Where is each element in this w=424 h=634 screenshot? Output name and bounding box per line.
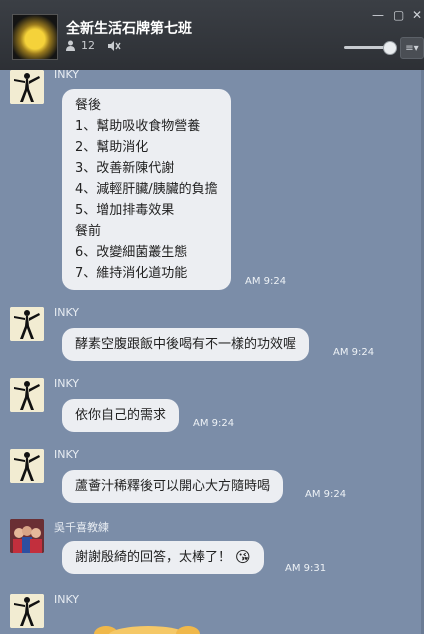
- sender-name: INKY: [54, 593, 80, 606]
- volume-slider-knob[interactable]: [383, 41, 397, 55]
- message-text: 蘆薈汁稀釋後可以開心大方隨時喝: [75, 479, 271, 494]
- avatar[interactable]: [10, 449, 44, 483]
- message-text: 依你自己的需求: [75, 408, 167, 423]
- message-time: AM 9:24: [305, 489, 347, 500]
- close-icon[interactable]: ✕: [412, 8, 422, 22]
- minimize-icon[interactable]: —: [372, 8, 384, 22]
- bear-sticker-icon[interactable]: [88, 622, 208, 634]
- maximize-icon[interactable]: ▢: [393, 8, 404, 22]
- dancer-silhouette-icon: [10, 594, 44, 628]
- message-time: AM 9:31: [285, 563, 327, 574]
- avatar[interactable]: [10, 378, 44, 412]
- message-line: 餐前: [75, 224, 102, 239]
- avatar[interactable]: [10, 594, 44, 628]
- chat-title: 全新生活石牌第七班: [66, 21, 192, 37]
- message-line: 7、維持消化道功能: [75, 266, 188, 281]
- group-avatar[interactable]: [12, 14, 58, 60]
- message-bubble[interactable]: 謝謝殷綺的回答，太棒了！ 😘: [62, 541, 264, 574]
- message-line: 4、減輕肝臟/胰臟的負擔: [75, 182, 218, 197]
- person-icon: [66, 40, 75, 51]
- avatar[interactable]: [10, 519, 44, 553]
- dancer-silhouette-icon: [10, 307, 44, 341]
- sender-name: INKY: [54, 306, 80, 319]
- message-time: AM 9:24: [245, 276, 287, 287]
- message-line: 1、幫助吸收食物營養: [75, 119, 201, 134]
- dancer-silhouette-icon: [10, 378, 44, 412]
- message-bubble[interactable]: 酵素空腹跟飯中後喝有不一樣的功效喔: [62, 328, 310, 361]
- mute-icon[interactable]: [107, 40, 121, 52]
- sender-name: INKY: [54, 448, 80, 461]
- message-line: 餐後: [75, 98, 102, 113]
- member-info[interactable]: 12: [66, 39, 121, 52]
- message-time: AM 9:24: [333, 347, 375, 358]
- message-bubble[interactable]: 依你自己的需求: [62, 399, 180, 432]
- message-line: 5、增加排毒效果: [75, 203, 175, 218]
- message-line: 6、改變細菌叢生態: [75, 245, 188, 260]
- dancer-silhouette-icon: [10, 449, 44, 483]
- sender-name: INKY: [54, 70, 80, 81]
- member-count: 12: [81, 39, 95, 52]
- menu-button[interactable]: ≡▾: [400, 37, 424, 59]
- group-photo-icon: [10, 519, 44, 553]
- message-bubble[interactable]: 餐後 1、幫助吸收食物營養 2、幫助消化 3、改善新陳代謝 4、減輕肝臟/胰臟的…: [62, 89, 231, 290]
- message-bubble[interactable]: 蘆薈汁稀釋後可以開心大方隨時喝: [62, 470, 284, 503]
- chat-header: 全新生活石牌第七班 12 — ▢ ✕ ≡▾: [0, 0, 424, 70]
- sender-name: 吳千喜教練: [54, 521, 109, 534]
- avatar[interactable]: [10, 70, 44, 104]
- chat-area[interactable]: INKY 餐後 1、幫助吸收食物營養 2、幫助消化 3、改善新陳代謝 4、減輕肝…: [0, 70, 424, 634]
- message-text: 謝謝殷綺的回答，太棒了！: [75, 550, 232, 565]
- avatar[interactable]: [10, 307, 44, 341]
- message-text: 酵素空腹跟飯中後喝有不一樣的功效喔: [75, 337, 297, 352]
- kiss-emoji-icon: 😘: [235, 548, 251, 566]
- sender-name: INKY: [54, 377, 80, 390]
- message-line: 2、幫助消化: [75, 140, 149, 155]
- message-line: 3、改善新陳代謝: [75, 161, 175, 176]
- dancer-silhouette-icon: [10, 70, 44, 104]
- message-time: AM 9:24: [193, 418, 235, 429]
